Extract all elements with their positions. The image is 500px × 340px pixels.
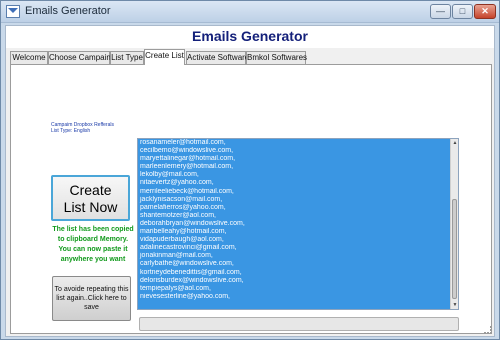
email-list-box[interactable]: rosanameler@hotmail.com, cecilbemo@window… <box>137 138 459 310</box>
email-list-item[interactable]: marleenlemery@hotmail.com, <box>138 163 450 171</box>
window-title: Emails Generator <box>25 5 111 17</box>
maximize-button[interactable]: □ <box>452 4 473 19</box>
email-list[interactable]: rosanameler@hotmail.com, cecilbemo@window… <box>138 139 450 309</box>
create-list-button[interactable]: Create List Now <box>51 175 130 221</box>
vertical-scrollbar[interactable]: ▲ ▼ <box>450 139 458 309</box>
tab-welcome[interactable]: Welcome <box>10 51 48 64</box>
email-list-item[interactable]: maribelleahy@hotmail.com, <box>138 228 450 236</box>
client-area: Emails Generator Welcome Choose Campain … <box>5 25 495 337</box>
tab-bmkol-softwares[interactable]: Bmkol Softwares <box>246 51 307 64</box>
close-button[interactable]: ✕ <box>474 4 496 19</box>
email-list-item[interactable]: deborahbryan@windowslive.com, <box>138 220 450 228</box>
app-icon <box>6 5 20 18</box>
tab-activate-software[interactable]: Activate Software <box>186 51 249 64</box>
progress-bar <box>139 317 459 331</box>
email-list-item[interactable]: kortneydebenedittis@gmail.com, <box>138 269 450 277</box>
email-list-item[interactable]: rosanameler@hotmail.com, <box>138 139 450 147</box>
email-list-item[interactable]: jonakinman@mail.com, <box>138 252 450 260</box>
email-list-item[interactable]: nitaevertz@yahoo.com, <box>138 179 450 187</box>
scroll-thumb[interactable] <box>452 199 457 299</box>
list-type-label: List Type: English <box>51 128 91 134</box>
resize-grip[interactable] <box>484 326 492 334</box>
create-button-line1: Create <box>69 182 112 198</box>
email-list-item[interactable]: maryettalinegar@hotmail.com, <box>138 155 450 163</box>
app-heading: Emails Generator <box>192 28 308 44</box>
scroll-up-arrow-icon[interactable]: ▲ <box>451 139 458 147</box>
email-list-item[interactable]: cecilbemo@windowslive.com, <box>138 147 450 155</box>
email-list-item[interactable]: pamelafierros@yahoo.com, <box>138 204 450 212</box>
email-list-item[interactable]: carlybathe@windowslive.com, <box>138 260 450 268</box>
create-list-panel: Campaim Dropbox Refferals List Type: Eng… <box>10 64 492 334</box>
email-list-item[interactable]: adalinecastrovinci@gmail.com, <box>138 244 450 252</box>
app-window: Emails Generator — □ ✕ Emails Generator … <box>0 0 500 340</box>
app-header: Emails Generator <box>6 26 494 48</box>
email-list-item[interactable]: shantemotzer@aol.com, <box>138 212 450 220</box>
tab-choose-campain[interactable]: Choose Campain <box>48 51 111 64</box>
minimize-button[interactable]: — <box>430 4 451 19</box>
email-list-item[interactable]: lekolby@mail.com, <box>138 171 450 179</box>
save-list-button[interactable]: To avoide repeating this list again..Cli… <box>52 276 131 321</box>
email-list-item[interactable]: jacklynisacson@mail.com, <box>138 196 450 204</box>
email-list-item[interactable]: merrileeliebeck@hotmail.com, <box>138 188 450 196</box>
scroll-down-arrow-icon[interactable]: ▼ <box>451 301 458 309</box>
tab-list-type[interactable]: List Type <box>110 51 144 64</box>
copied-message: The list has been copied to clipboard Me… <box>52 226 134 263</box>
campaign-info: Campaim Dropbox Refferals List Type: Eng… <box>51 122 114 134</box>
email-list-item[interactable]: vidapuderbaugh@aol.com, <box>138 236 450 244</box>
create-button-line2: List Now <box>63 199 118 215</box>
title-bar[interactable]: Emails Generator — □ ✕ <box>1 1 499 23</box>
email-list-item[interactable]: nievesesterline@yahoo.com, <box>138 293 450 301</box>
tab-create-list[interactable]: Create List <box>144 49 185 65</box>
email-list-item[interactable]: delorisburdex@windowslive.com, <box>138 277 450 285</box>
email-list-item[interactable]: tempiepalys@aol.com, <box>138 285 450 293</box>
